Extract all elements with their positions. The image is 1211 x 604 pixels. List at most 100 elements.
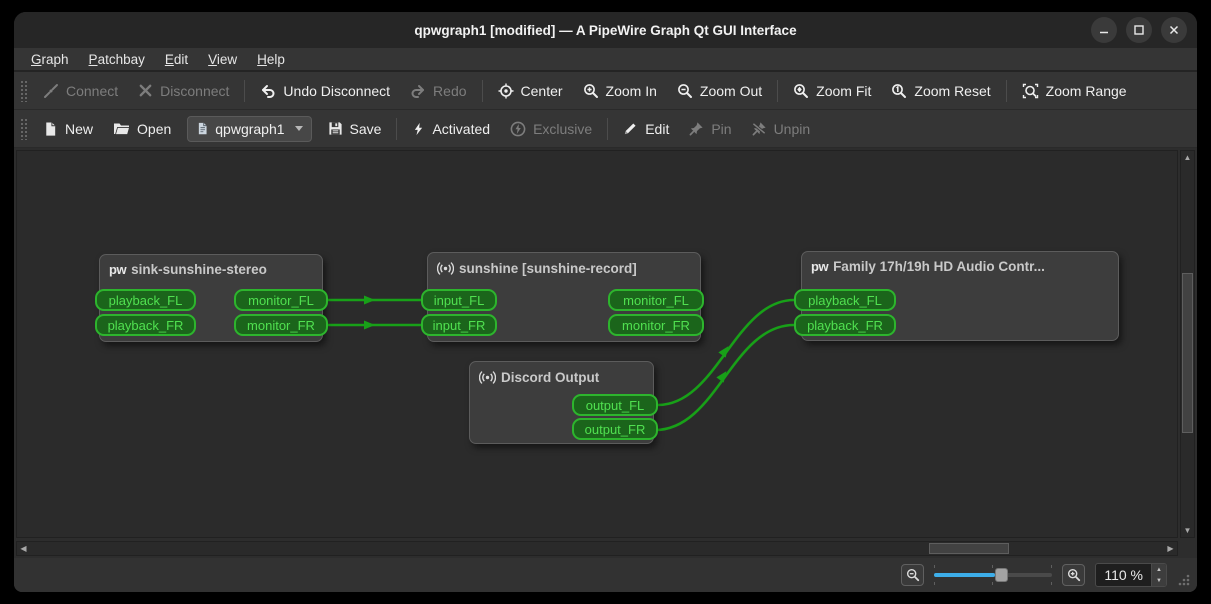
scroll-right-icon[interactable]: ▶ — [1164, 542, 1177, 555]
port-playback-fl[interactable]: playback_FL — [95, 289, 196, 311]
activated-bolt-icon — [415, 122, 423, 135]
center-icon — [498, 83, 514, 98]
slider-tick — [1051, 565, 1053, 568]
zoom-fit-button[interactable]: Zoom Fit — [783, 77, 881, 105]
disconnect-button[interactable]: Disconnect — [128, 77, 239, 105]
zoom-reset-button[interactable]: Zoom Reset — [881, 77, 1000, 105]
new-button[interactable]: New — [33, 115, 103, 143]
horizontal-scrollbar-thumb[interactable] — [929, 543, 1009, 554]
resize-grip[interactable] — [1177, 573, 1191, 587]
toolbar-separator — [481, 79, 483, 102]
zoom-range-button[interactable]: Zoom Range — [1012, 77, 1137, 105]
menu-graph[interactable]: Graph — [22, 50, 78, 69]
toolbar-drag-handle[interactable] — [20, 79, 27, 102]
close-button[interactable] — [1161, 17, 1187, 43]
unpin-icon — [751, 122, 766, 136]
spin-up-icon[interactable]: ▲ — [1152, 564, 1166, 575]
port-monitor-fr[interactable]: monitor_FR — [608, 314, 704, 336]
zoom-in-icon — [1067, 568, 1080, 582]
port-playback-fr[interactable]: playback_FR — [95, 314, 196, 336]
patchbay-file-combo[interactable]: qpwgraph1 — [187, 115, 312, 142]
stream-icon — [479, 371, 496, 384]
pin-button[interactable]: Pin — [679, 115, 741, 143]
menu-edit[interactable]: Edit — [156, 50, 197, 69]
scroll-left-icon[interactable]: ◀ — [17, 542, 30, 555]
app-window: qpwgraph1 [modified] — A PipeWire Graph … — [14, 12, 1197, 592]
port-playback-fr[interactable]: playback_FR — [794, 314, 896, 336]
scroll-down-icon[interactable]: ▼ — [1181, 524, 1194, 537]
zoom-in-button[interactable]: Zoom In — [573, 77, 667, 105]
undo-disconnect-button[interactable]: Undo Disconnect — [250, 77, 400, 105]
statusbar: 110 % ▲ ▼ — [14, 558, 1197, 592]
port-output-fr[interactable]: output_FR — [572, 418, 658, 440]
scroll-up-icon[interactable]: ▲ — [1181, 151, 1194, 164]
zoom-slider[interactable] — [934, 565, 1053, 585]
spin-down-icon[interactable]: ▼ — [1152, 575, 1166, 586]
zoom-out-icon — [678, 83, 692, 98]
port-monitor-fl[interactable]: monitor_FL — [608, 289, 704, 311]
menu-help[interactable]: Help — [248, 50, 294, 69]
pipewire-icon: pw — [811, 259, 829, 274]
zoom-percent-spinbox[interactable]: 110 % ▲ ▼ — [1095, 563, 1167, 587]
exclusive-icon — [510, 121, 526, 136]
zoom-reset-icon — [892, 83, 907, 98]
port-output-fl[interactable]: output_FL — [572, 394, 658, 416]
horizontal-scrollbar[interactable]: ◀ ▶ — [16, 541, 1178, 556]
menu-patchbay[interactable]: Patchbay — [80, 50, 154, 69]
toolbar-separator — [396, 117, 398, 140]
vertical-scrollbar[interactable]: ▲ ▼ — [1180, 150, 1195, 538]
toolbar-drag-handle[interactable] — [20, 117, 27, 140]
titlebar[interactable]: qpwgraph1 [modified] — A PipeWire Graph … — [14, 12, 1197, 48]
activated-button[interactable]: Activated — [402, 115, 500, 143]
statusbar-zoom-in-button[interactable] — [1062, 564, 1086, 586]
port-input-fr[interactable]: input_FR — [421, 314, 497, 336]
new-file-icon — [46, 121, 56, 136]
minimize-icon — [1100, 31, 1108, 34]
zoom-out-button[interactable]: Zoom Out — [667, 77, 772, 105]
port-input-fl[interactable]: input_FL — [421, 289, 497, 311]
slider-tick — [934, 582, 936, 585]
stream-icon — [437, 262, 454, 275]
pin-icon — [689, 122, 703, 136]
port-playback-fl[interactable]: playback_FL — [794, 289, 896, 311]
zoom-fit-icon — [794, 83, 809, 98]
center-button[interactable]: Center — [488, 77, 573, 105]
menu-view[interactable]: View — [199, 50, 246, 69]
vertical-scrollbar-thumb[interactable] — [1182, 273, 1193, 433]
slider-tick — [992, 565, 994, 568]
save-icon — [328, 122, 342, 135]
port-monitor-fl[interactable]: monitor_FL — [234, 289, 328, 311]
close-icon — [1169, 25, 1179, 35]
minimize-button[interactable] — [1091, 17, 1117, 43]
statusbar-zoom-out-button[interactable] — [901, 564, 925, 586]
zoom-percent-value: 110 % — [1104, 567, 1143, 583]
slider-tick — [992, 582, 994, 585]
connect-button[interactable]: Connect — [33, 77, 128, 105]
graph-toolbar: Connect Disconnect Undo Disconnect Redo … — [14, 72, 1197, 110]
open-button[interactable]: Open — [103, 115, 181, 143]
toolbar-separator — [607, 117, 609, 140]
connect-icon — [44, 83, 58, 98]
redo-button[interactable]: Redo — [400, 77, 476, 105]
pipewire-icon: pw — [109, 262, 127, 277]
unpin-button[interactable]: Unpin — [742, 115, 821, 143]
toolbar-separator — [244, 79, 246, 102]
maximize-icon — [1134, 25, 1144, 35]
wire-arrow-icon — [364, 320, 375, 330]
graph-canvas[interactable]: pw sink-sunshine-stereo playback_FL play… — [16, 150, 1178, 538]
graph-canvas-area: pw sink-sunshine-stereo playback_FL play… — [14, 148, 1197, 558]
chevron-down-icon — [294, 126, 303, 131]
save-button[interactable]: Save — [318, 115, 392, 143]
port-monitor-fr[interactable]: monitor_FR — [234, 314, 328, 336]
maximize-button[interactable] — [1126, 17, 1152, 43]
edit-button[interactable]: Edit — [613, 115, 679, 143]
disconnect-icon — [139, 84, 152, 97]
slider-tick — [934, 565, 936, 568]
toolbar-separator — [1005, 79, 1007, 102]
zoom-in-icon — [583, 83, 598, 98]
exclusive-button[interactable]: Exclusive — [500, 115, 602, 143]
zoom-range-icon — [1022, 83, 1038, 98]
node-title: Discord Output — [470, 362, 653, 390]
zoom-slider-handle[interactable] — [995, 568, 1009, 582]
toolbar-separator — [777, 79, 779, 102]
